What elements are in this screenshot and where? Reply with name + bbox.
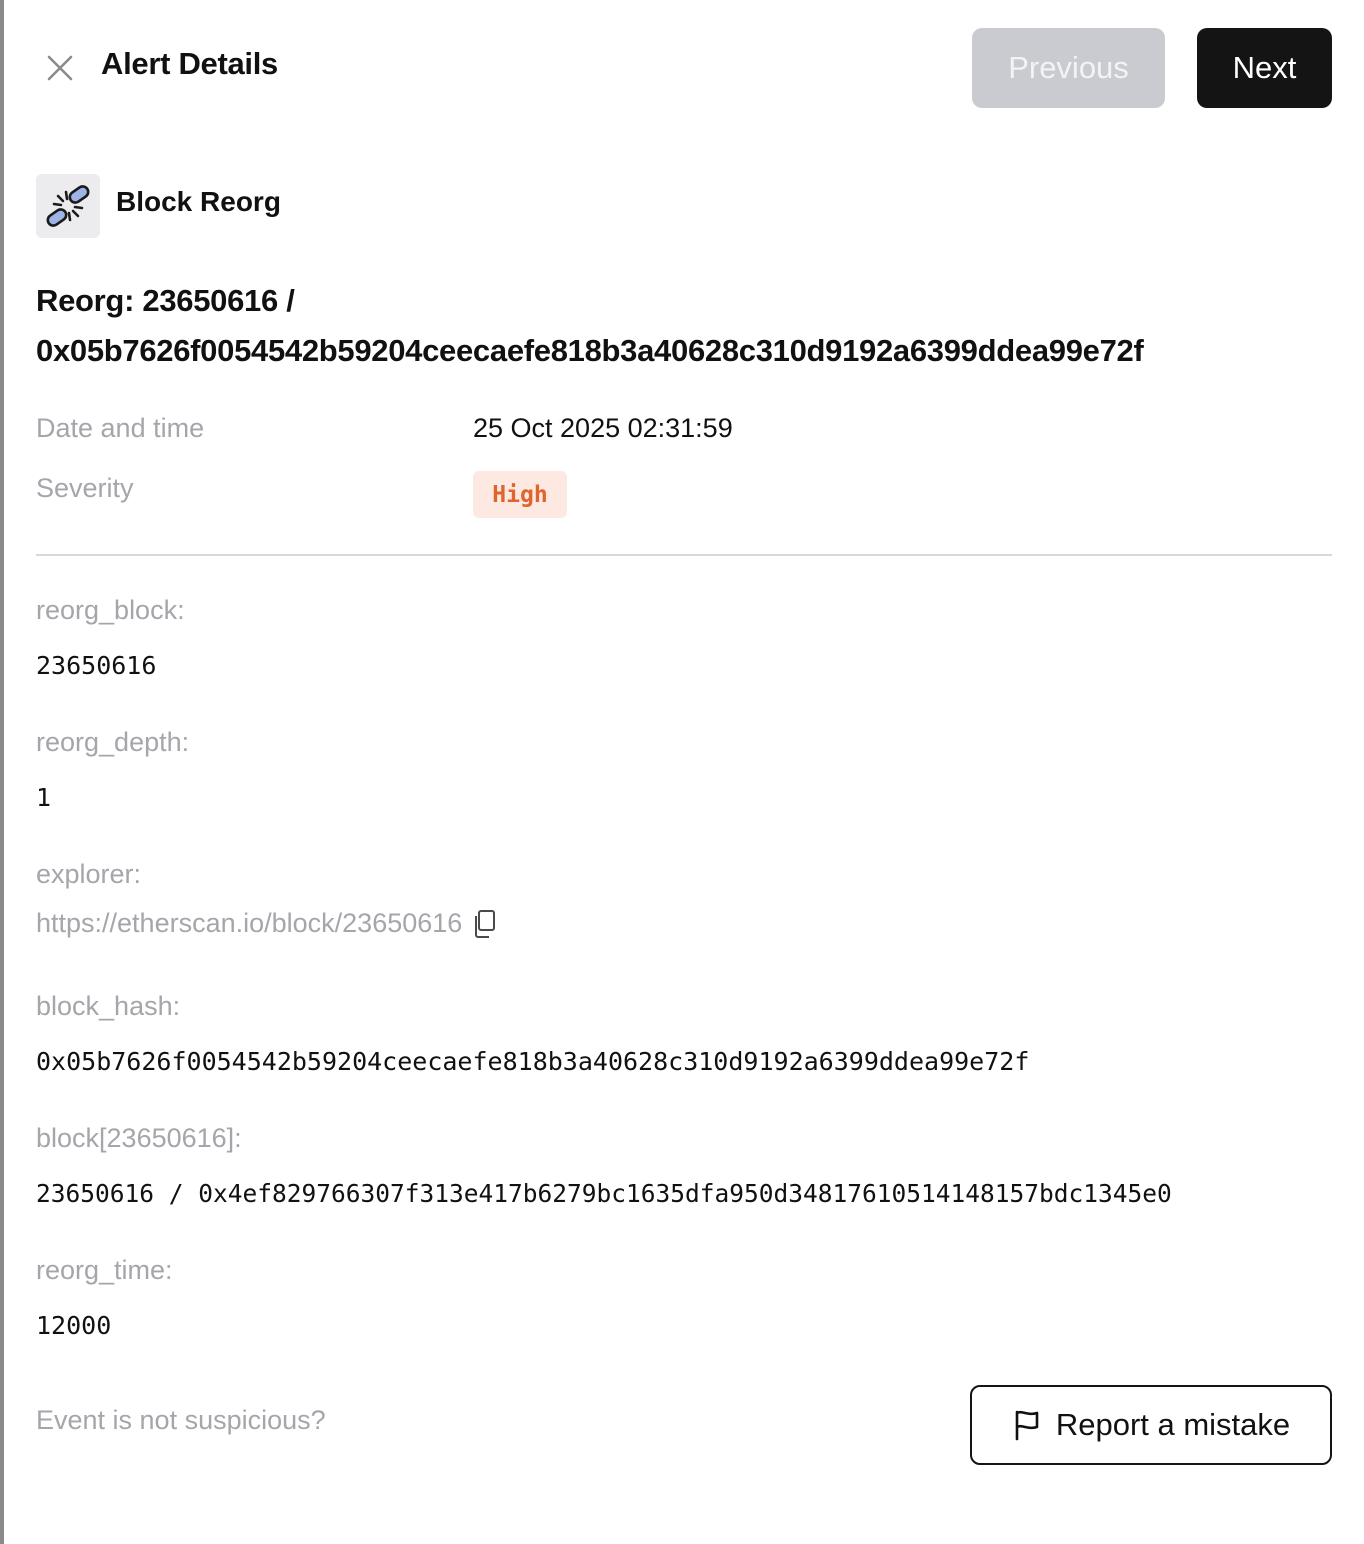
page-title: Alert Details [101, 46, 278, 81]
alert-type-label: Block Reorg [116, 186, 281, 217]
next-button[interactable]: Next [1197, 28, 1332, 108]
date-value: 25 Oct 2025 02:31:59 [473, 413, 733, 443]
alert-details-panel: Alert Details Previous Next Block Reorg … [4, 0, 1364, 1544]
divider [36, 554, 1332, 556]
reorg-time-label: reorg_time: [36, 1255, 173, 1285]
flag-icon [1015, 1410, 1039, 1441]
reorg-depth-value: 1 [36, 783, 52, 812]
close-button[interactable] [44, 52, 76, 84]
date-label: Date and time [36, 413, 205, 443]
alert-title: Reorg: 23650616 / 0x05b7626f0054542b5920… [36, 276, 1336, 376]
explorer-link-row: https://etherscan.io/block/23650616 [36, 908, 498, 939]
block-number-value: 23650616 / 0x4ef829766307f313e417b6279bc… [36, 1179, 1172, 1208]
severity-label: Severity [36, 473, 134, 503]
copy-icon [475, 909, 496, 938]
explorer-label: explorer: [36, 859, 142, 889]
copy-button[interactable] [472, 909, 498, 939]
reorg-block-value: 23650616 [36, 651, 157, 680]
report-mistake-button[interactable]: Report a mistake [970, 1385, 1332, 1465]
reorg-depth-label: reorg_depth: [36, 727, 190, 757]
reorg-time-value: 12000 [36, 1311, 112, 1340]
block-hash-value: 0x05b7626f0054542b59204ceecaefe818b3a406… [36, 1047, 1030, 1076]
close-icon [47, 55, 73, 81]
not-suspicious-question: Event is not suspicious? [36, 1405, 326, 1435]
reorg-block-label: reorg_block: [36, 595, 185, 625]
alert-title-line2: 0x05b7626f0054542b59204ceecaefe818b3a406… [36, 333, 1144, 368]
alert-type-icon-box [36, 174, 100, 238]
block-number-label: block[23650616]: [36, 1123, 242, 1153]
previous-button[interactable]: Previous [972, 28, 1165, 108]
block-hash-label: block_hash: [36, 991, 181, 1021]
broken-chain-icon [46, 185, 90, 227]
alert-title-line1: Reorg: 23650616 / [36, 283, 295, 318]
explorer-link[interactable]: https://etherscan.io/block/23650616 [36, 908, 462, 939]
severity-badge: High [473, 471, 567, 518]
report-mistake-label: Report a mistake [1055, 1407, 1291, 1442]
